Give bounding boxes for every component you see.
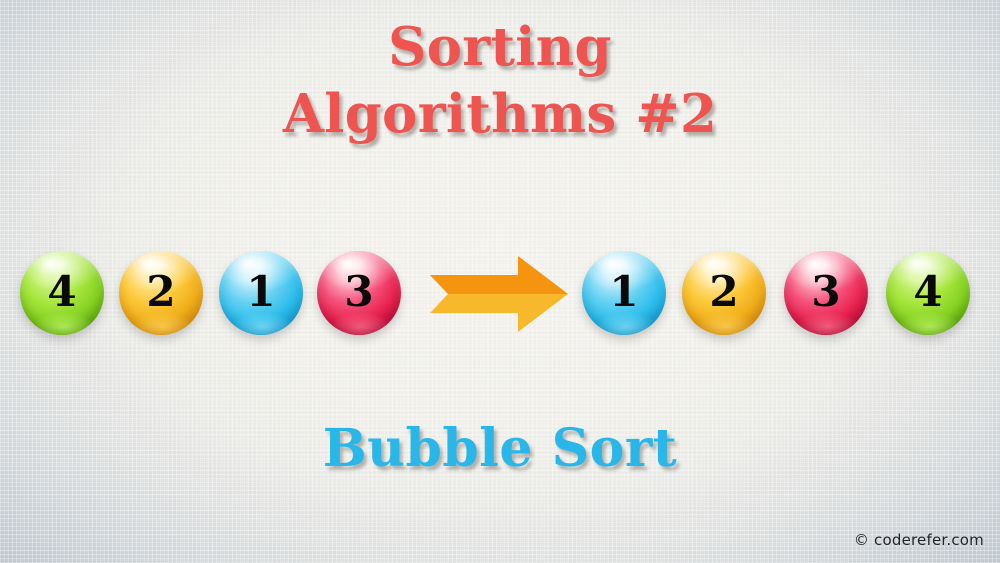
ball-value: 4	[913, 267, 943, 316]
ball-value: 1	[246, 267, 276, 316]
ball-sorted-3: 3	[784, 251, 868, 335]
ball-value: 2	[146, 267, 176, 316]
ball-value: 1	[609, 267, 639, 316]
ball-value: 3	[811, 267, 841, 316]
ball-unsorted-4: 3	[317, 251, 401, 335]
ball-value: 3	[344, 267, 374, 316]
ball-unsorted-2: 2	[119, 251, 203, 335]
right-arrow-icon	[430, 256, 568, 332]
page-subtitle: Bubble Sort	[322, 418, 678, 479]
watermark: © coderefer.com	[853, 531, 984, 549]
slide-canvas: Sorting Algorithms #2 4 2 1 3 1 2 3 4 Bu…	[0, 0, 1000, 563]
ball-value: 2	[709, 267, 739, 316]
ball-sorted-2: 2	[682, 251, 766, 335]
page-title: Sorting Algorithms #2	[282, 16, 718, 145]
ball-unsorted-1: 4	[20, 251, 104, 335]
ball-sorted-1: 1	[582, 251, 666, 335]
ball-unsorted-3: 1	[219, 251, 303, 335]
ball-value: 4	[47, 267, 77, 316]
ball-sorted-4: 4	[886, 251, 970, 335]
